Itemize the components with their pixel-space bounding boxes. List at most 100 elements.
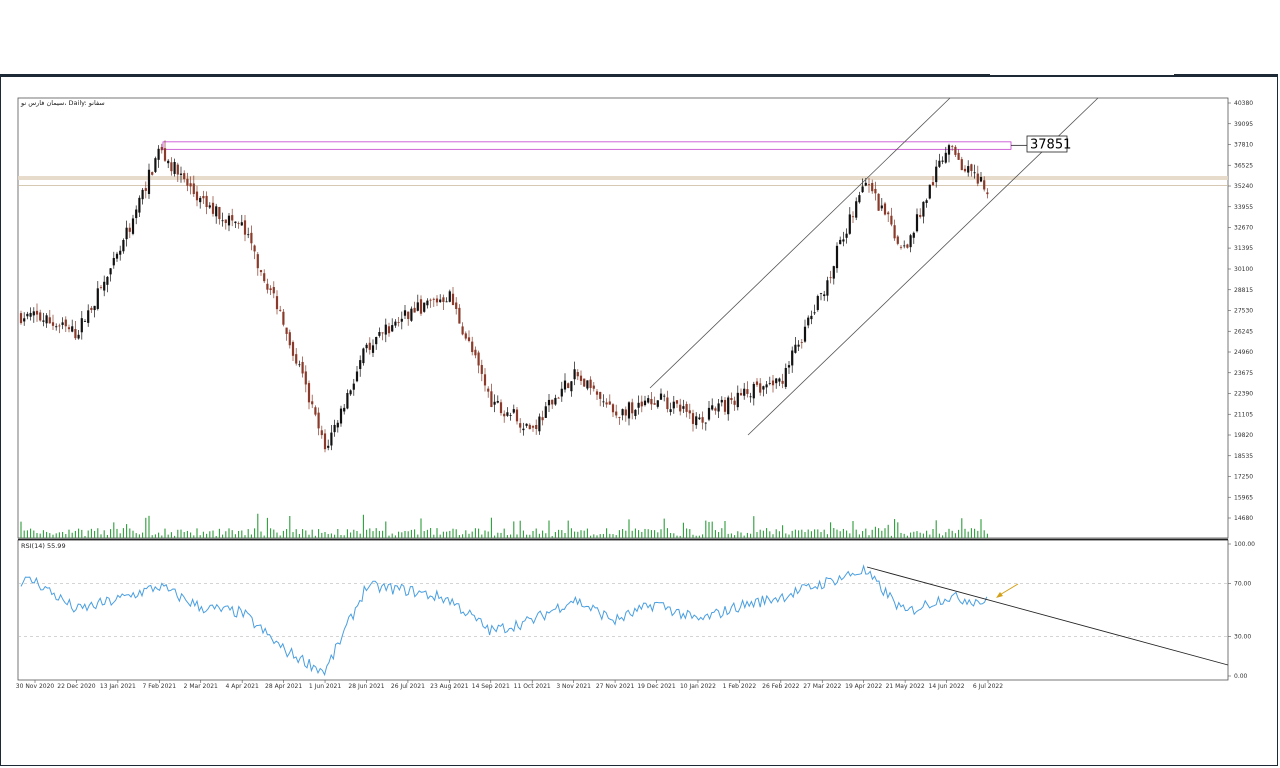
candle-body — [439, 299, 442, 303]
candle-body — [701, 417, 704, 423]
candle-body — [407, 311, 410, 319]
candle-body — [960, 159, 963, 171]
candle-body — [192, 183, 195, 195]
candle-body — [861, 186, 864, 193]
candle-body — [823, 294, 826, 297]
candle-body — [355, 371, 359, 382]
candle-body — [567, 383, 570, 389]
candle-body — [663, 395, 666, 397]
candle-body — [669, 409, 672, 413]
candle-body — [119, 250, 122, 255]
candle-body — [880, 205, 883, 209]
candle-body — [205, 195, 208, 208]
rsi-trendline-line — [866, 566, 1229, 666]
candle-body — [445, 301, 448, 303]
candle-body — [730, 397, 733, 401]
candle-body — [237, 223, 240, 225]
chart-canvas: سیمان فارس نو، Daily: سفانو RSI(14) 55.9… — [16, 97, 1255, 690]
level-callout: 37851 — [1026, 135, 1071, 153]
date-tick-label: 14 Jun 2022 — [929, 683, 965, 690]
candle-body — [26, 313, 29, 317]
candle-body — [551, 399, 554, 405]
candle-body — [979, 177, 983, 182]
candle-body — [359, 360, 362, 369]
candle-body — [877, 193, 880, 211]
price-tick-label: 28815 — [1234, 287, 1253, 294]
candle-body — [807, 317, 810, 326]
candle-body — [560, 388, 563, 397]
candle-body — [259, 270, 263, 273]
candle-body — [656, 400, 659, 407]
candle-body — [403, 310, 407, 316]
price-tick-label: 40380 — [1234, 100, 1253, 107]
price-tick-label: 31395 — [1234, 245, 1253, 252]
candle-body — [122, 239, 125, 252]
price-tick-label: 23675 — [1234, 370, 1253, 377]
candle-body — [941, 160, 944, 162]
candle-body — [301, 361, 304, 374]
candle-body — [333, 424, 336, 433]
date-tick-label: 4 Apr 2021 — [226, 683, 259, 690]
candle-body — [51, 322, 55, 326]
candle-body — [531, 426, 535, 428]
candle-body — [970, 164, 973, 171]
candle-body — [829, 277, 832, 279]
candle-body — [493, 401, 496, 405]
candle-body — [503, 413, 506, 417]
candle-body — [282, 311, 285, 325]
price-tick-label: 22390 — [1234, 391, 1253, 398]
candle-body — [179, 173, 183, 175]
candle-body — [221, 220, 224, 222]
candle-body — [931, 182, 935, 186]
candle-body — [640, 401, 643, 407]
candle-body — [400, 318, 403, 322]
candle-body — [739, 393, 743, 396]
candle-body — [416, 302, 419, 311]
candle-body — [775, 378, 778, 384]
candle-body — [579, 375, 583, 381]
candle-body — [211, 202, 215, 214]
candle-body — [691, 413, 695, 424]
candle-body — [74, 329, 77, 339]
candle-body — [867, 184, 871, 186]
candle-body — [784, 367, 787, 387]
candle-body — [976, 173, 979, 184]
arrow-head — [996, 592, 1003, 598]
candle-body — [919, 214, 922, 217]
candle-body — [215, 206, 218, 217]
candle-body — [58, 325, 61, 327]
date-tick-label: 1 Feb 2022 — [723, 683, 757, 690]
candle-body — [771, 380, 775, 386]
rsi-line — [20, 564, 988, 677]
date-tick-label: 22 Dec 2020 — [57, 683, 96, 690]
rsi-series-line — [20, 564, 988, 677]
candle-body — [32, 311, 35, 316]
candle-body — [231, 215, 234, 221]
candle-body — [163, 148, 167, 161]
candle-body — [909, 235, 912, 248]
date-tick-label: 27 Mar 2022 — [803, 683, 841, 690]
candle-body — [602, 401, 605, 403]
candle-body — [343, 407, 346, 412]
candle-body — [461, 326, 464, 335]
candle-body — [455, 302, 458, 309]
date-tick-label: 21 May 2022 — [886, 683, 925, 690]
candle-body — [570, 381, 573, 392]
candle-body — [272, 287, 275, 294]
price-pane-frame — [17, 97, 1229, 539]
candle-body — [698, 417, 701, 420]
volume-bars — [20, 513, 988, 538]
candle-body — [176, 164, 179, 175]
price-tick-label: 17250 — [1234, 474, 1253, 481]
candle-body — [605, 402, 608, 405]
candle-body — [883, 203, 887, 215]
candle-body — [912, 232, 915, 238]
candle-body — [250, 232, 253, 244]
price-tick-label: 39095 — [1234, 121, 1253, 128]
candle-body — [323, 433, 327, 450]
candle-body — [586, 380, 589, 389]
price-band-upper — [18, 176, 1228, 180]
candle-body — [61, 322, 64, 325]
price-tick-label: 15965 — [1234, 494, 1253, 501]
candle-body — [362, 348, 365, 364]
